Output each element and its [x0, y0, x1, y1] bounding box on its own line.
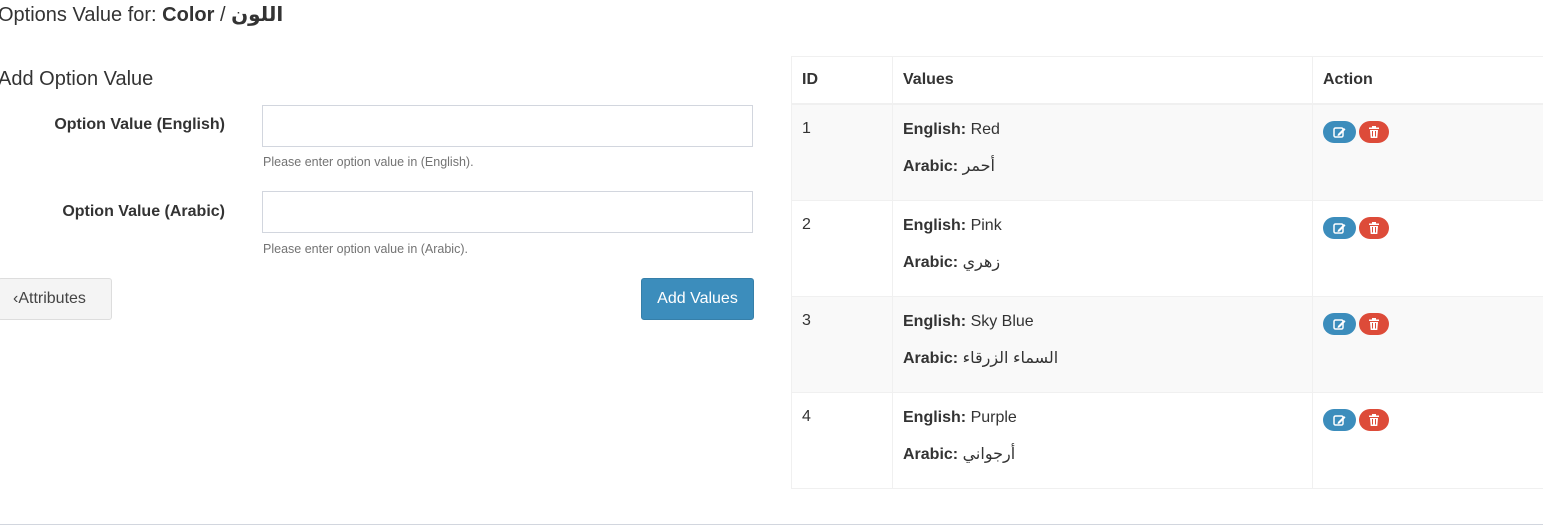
- option-values-table: ID Values Action 1 English: Red Arabic: …: [791, 56, 1543, 489]
- edit-button[interactable]: [1323, 312, 1356, 335]
- delete-button[interactable]: [1359, 408, 1389, 431]
- table-row: 4 English: Purple Arabic: أرجواني: [791, 391, 1543, 489]
- option-name: Color: [162, 4, 215, 26]
- back-to-attributes-button[interactable]: ‹Attributes: [0, 278, 112, 320]
- english-help-text: Please enter option value in (English).: [263, 155, 474, 169]
- english-value: English: Pink: [903, 216, 1002, 234]
- edit-button[interactable]: [1323, 216, 1356, 239]
- row-id: 3: [791, 295, 893, 393]
- row-values: English: Sky Blue Arabic: السماء الزرقاء: [892, 295, 1313, 393]
- arabic-value-input[interactable]: [262, 191, 753, 233]
- edit-button[interactable]: [1323, 121, 1356, 143]
- english-value: English: Purple: [903, 408, 1017, 426]
- edit-icon: [1332, 318, 1345, 330]
- content-bottom-divider: [0, 524, 1543, 525]
- row-values: English: Purple Arabic: أرجواني: [892, 391, 1313, 489]
- trash-icon: [1369, 317, 1379, 330]
- arabic-value-label: Option Value (Arabic): [62, 203, 225, 220]
- table-row: 1 English: Red Arabic: أحمر: [791, 103, 1543, 201]
- arabic-value: Arabic: أرجواني: [903, 445, 1016, 463]
- add-values-button[interactable]: Add Values: [641, 278, 754, 320]
- back-button-label: Attributes: [18, 290, 86, 307]
- row-values: English: Pink Arabic: زهري: [892, 199, 1313, 297]
- trash-icon: [1369, 126, 1379, 138]
- header-values: Values: [892, 56, 1313, 105]
- trash-icon: [1369, 413, 1379, 426]
- english-value: English: Red: [903, 121, 1000, 138]
- english-value-input[interactable]: [262, 105, 753, 147]
- edit-button[interactable]: [1323, 408, 1356, 431]
- row-id: 4: [791, 391, 893, 489]
- delete-button[interactable]: [1359, 216, 1389, 239]
- row-actions: [1312, 295, 1543, 393]
- arabic-value: Arabic: زهري: [903, 253, 1001, 271]
- row-id: 2: [791, 199, 893, 297]
- row-values: English: Red Arabic: أحمر: [892, 103, 1313, 201]
- trash-icon: [1369, 221, 1379, 234]
- edit-icon: [1332, 127, 1345, 138]
- row-actions: [1312, 103, 1543, 201]
- arabic-help-text: Please enter option value in (Arabic).: [263, 242, 468, 256]
- edit-icon: [1332, 222, 1345, 234]
- option-values-table-container: ID Values Action 1 English: Red Arabic: …: [791, 56, 1543, 489]
- add-option-value-heading: Add Option Value: [0, 68, 154, 90]
- page-title-prefix: Options Value for:: [0, 4, 163, 26]
- table-row: 3 English: Sky Blue Arabic: السماء الزرق…: [791, 295, 1543, 393]
- page-title: Options Value for: Color / اللون: [0, 2, 283, 27]
- header-id: ID: [791, 56, 893, 105]
- arabic-value: Arabic: السماء الزرقاء: [903, 349, 1059, 367]
- edit-icon: [1332, 414, 1345, 426]
- delete-button[interactable]: [1359, 121, 1389, 143]
- english-value: English: Sky Blue: [903, 312, 1034, 330]
- row-actions: [1312, 391, 1543, 489]
- arabic-value: Arabic: أحمر: [903, 158, 995, 175]
- header-action: Action: [1312, 56, 1543, 105]
- title-separator: /: [214, 4, 232, 26]
- table-header-row: ID Values Action: [791, 56, 1543, 105]
- delete-button[interactable]: [1359, 312, 1389, 335]
- table-row: 2 English: Pink Arabic: زهري: [791, 199, 1543, 297]
- row-id: 1: [791, 103, 893, 201]
- option-name-arabic: اللون: [231, 4, 284, 26]
- english-value-label: Option Value (English): [54, 116, 225, 133]
- row-actions: [1312, 199, 1543, 297]
